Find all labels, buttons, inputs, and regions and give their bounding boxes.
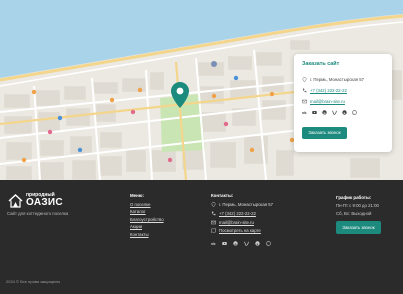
vk-icon[interactable]: vk — [302, 110, 307, 115]
footer-call-button[interactable]: Заказать звонок — [336, 221, 381, 234]
skype-icon[interactable]: s — [342, 110, 347, 115]
mail-icon — [302, 99, 307, 104]
mail-icon — [211, 220, 216, 225]
vine-icon[interactable] — [244, 241, 249, 247]
order-card-address: г. Пермь, Монастырская 57 — [302, 77, 384, 82]
contacts-phone-link[interactable]: +7 (342) 222-22-22 — [219, 211, 256, 216]
copyright: 2024 © Все права защищены — [6, 279, 61, 284]
contacts-phone: +7 (342) 222-22-22 — [211, 211, 273, 216]
order-card-phone-link[interactable]: +7 (342) 222-22-22 — [310, 88, 347, 93]
footer-hours: График работы: Пн-Пт с 9:00 до 21:00 Сб,… — [336, 195, 379, 218]
hours-weekdays: Пн-Пт с 9:00 до 21:00 — [336, 203, 379, 208]
contacts-email-link[interactable]: mail@brain-site.ru — [219, 220, 254, 225]
contacts-map-link[interactable]: Посмотреть на карте — [219, 228, 261, 233]
logo[interactable]: природный ОАЗИС — [8, 193, 63, 208]
order-call-button[interactable]: Заказать звонок — [302, 126, 347, 139]
order-card-phone: +7 (342) 222-22-22 — [302, 88, 384, 93]
order-card-email-link[interactable]: mail@brain-site.ru — [310, 99, 345, 104]
menu-item-promotions[interactable]: Акции — [130, 224, 164, 229]
svg-text:vk: vk — [211, 242, 216, 246]
order-site-card: Заказать сайт г. Пермь, Монастырская 57 … — [294, 54, 392, 152]
vk-icon[interactable]: vk — [211, 241, 216, 246]
pinterest-icon[interactable]: p — [322, 110, 327, 115]
hours-title: График работы: — [336, 195, 372, 200]
hours-weekend: Сб, Вс: Выходной — [336, 210, 372, 216]
map[interactable]: Заказать сайт г. Пермь, Монастырская 57 … — [0, 0, 403, 180]
contacts-address: г. Пермь, Монастырская 57 — [211, 202, 273, 207]
menu-item-contacts[interactable]: Контакты — [130, 232, 164, 237]
pinterest-icon[interactable]: p — [233, 241, 238, 246]
whatsapp-icon[interactable] — [352, 110, 357, 115]
order-card-email: mail@brain-site.ru — [302, 99, 384, 104]
order-card-title: Заказать сайт — [302, 61, 340, 67]
order-card-address-text: г. Пермь, Монастырская 57 — [310, 77, 365, 82]
svg-text:s: s — [344, 111, 346, 115]
map-location-pin-icon[interactable] — [171, 82, 189, 108]
svg-text:s: s — [257, 242, 259, 246]
order-card-social: vk p s — [302, 110, 384, 115]
contacts-address-text: г. Пермь, Монастырская 57 — [219, 202, 274, 207]
footer-social: vk p s — [211, 241, 273, 246]
svg-text:vk: vk — [302, 111, 307, 115]
phone-icon — [302, 88, 307, 93]
youtube-icon[interactable] — [312, 110, 317, 115]
map-icon — [211, 228, 216, 234]
logo-big-text: ОАЗИС — [26, 197, 63, 208]
youtube-icon[interactable] — [222, 241, 227, 246]
phone-icon — [211, 211, 216, 216]
logo-house-icon — [8, 193, 23, 208]
menu-title: Меню: — [130, 193, 144, 198]
contacts-map: Посмотреть на карте — [211, 228, 273, 233]
menu-item-catalog[interactable]: Каталог — [130, 209, 164, 214]
footer-menu: Меню: О поселке Каталог Благоустройство … — [130, 193, 164, 239]
location-icon — [302, 77, 307, 82]
whatsapp-icon[interactable] — [266, 241, 271, 247]
contacts-title: Контакты: — [211, 193, 234, 198]
footer-contacts: Контакты: г. Пермь, Монастырская 57 +7 (… — [211, 193, 273, 246]
contacts-email: mail@brain-site.ru — [211, 220, 273, 225]
location-icon — [211, 202, 216, 207]
vine-icon[interactable] — [332, 110, 337, 115]
footer: природный ОАЗИС Сайт для коттеджного пос… — [0, 180, 403, 294]
logo-tagline: Сайт для коттеджного поселка — [7, 211, 69, 216]
menu-item-improvement[interactable]: Благоустройство — [130, 217, 164, 222]
skype-icon[interactable]: s — [255, 241, 260, 246]
menu-item-about[interactable]: О поселке — [130, 202, 164, 207]
